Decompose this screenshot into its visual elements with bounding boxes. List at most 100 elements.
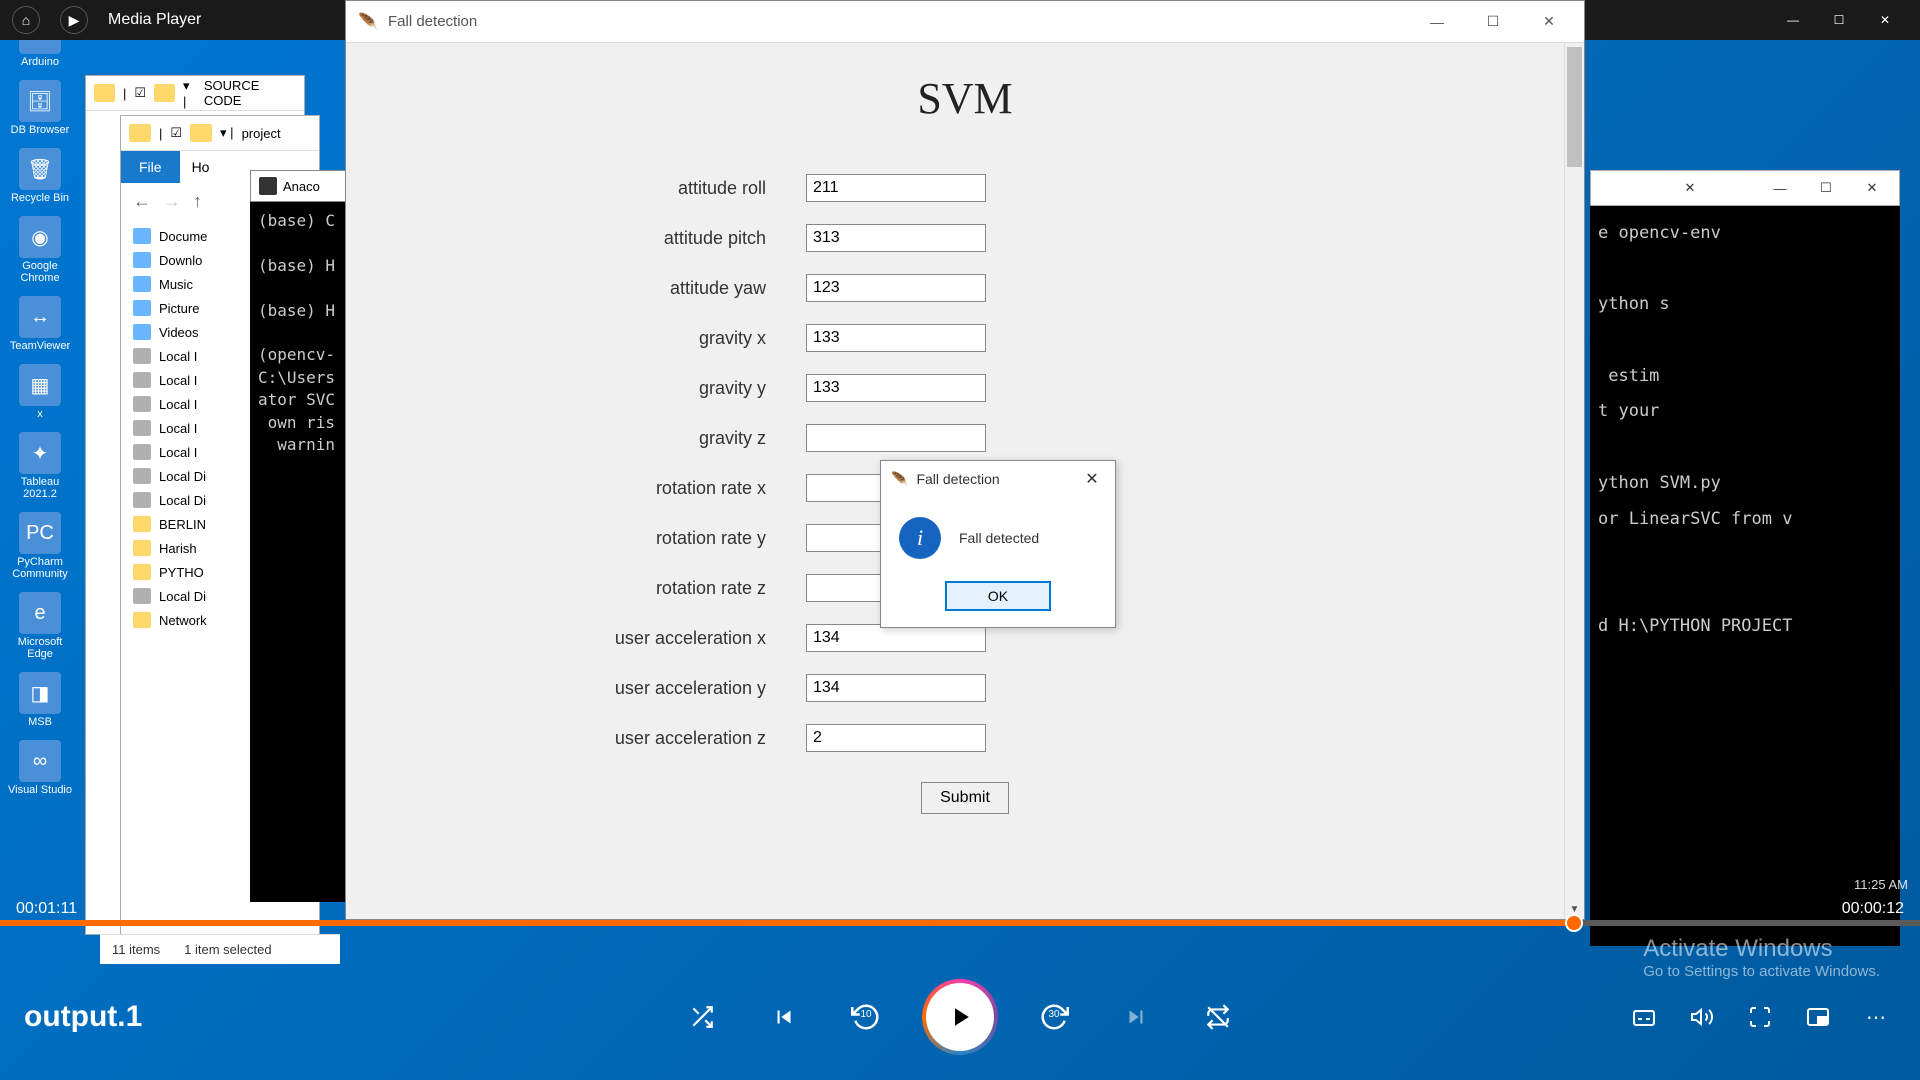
sidebar-item-label: Local Di [159, 589, 206, 604]
right-controls: ⋯ [1596, 997, 1896, 1037]
sidebar-item-label: Local Di [159, 493, 206, 508]
edge-icon: e [19, 592, 61, 634]
system-tray[interactable]: 11:25 AM [1854, 877, 1908, 894]
explorer1-header: | ☑ ▾ | SOURCE CODE [86, 76, 304, 111]
console-minimize-icon[interactable]: — [1759, 173, 1801, 203]
field-input-gravity-x[interactable] [806, 324, 986, 352]
console-close-icon[interactable]: ✕ [1669, 173, 1711, 203]
repeat-button[interactable] [1196, 995, 1240, 1039]
previous-button[interactable] [762, 995, 806, 1039]
checkbox-icon[interactable]: ☑ [134, 85, 146, 101]
right-console-header[interactable]: ✕ — ☐ ✕ [1590, 170, 1900, 206]
anaconda-console-header[interactable]: Anaco [250, 170, 350, 202]
miniplayer-button[interactable] [1798, 997, 1838, 1037]
right-console-body[interactable]: e opencv-env ython s estim t your ython … [1590, 206, 1900, 946]
file-tab[interactable]: File [121, 151, 180, 183]
field-input-user-acceleration-z[interactable] [806, 724, 986, 752]
tk-close-button[interactable]: ✕ [1526, 1, 1572, 43]
maximize-button[interactable]: ☐ [1816, 0, 1862, 40]
sidebar-item-label: Local Di [159, 469, 206, 484]
dialog-body: i Fall detected [881, 497, 1115, 571]
dialog-close-button[interactable]: ✕ [1079, 466, 1105, 492]
desktop-icon-edge[interactable]: eMicrosoft Edge [5, 590, 75, 662]
window-controls: — ☐ ✕ [1770, 0, 1908, 40]
desktop-icon-tableau[interactable]: ✦Tableau 2021.2 [5, 430, 75, 502]
form-row: attitude roll [406, 174, 1524, 202]
field-input-gravity-z[interactable] [806, 424, 986, 452]
desktop-icon-pycharm[interactable]: PCPyCharm Community [5, 510, 75, 582]
ok-button[interactable]: OK [945, 581, 1051, 611]
sidebar-item-label: Local I [159, 421, 197, 436]
folder-icon [190, 124, 212, 142]
tkinter-titlebar[interactable]: 🪶 Fall detection — ☐ ✕ [346, 1, 1584, 43]
field-input-user-acceleration-y[interactable] [806, 674, 986, 702]
next-button[interactable] [1114, 995, 1158, 1039]
desktop-icon-msb[interactable]: ◨MSB [5, 670, 75, 730]
progress-fill [0, 920, 1574, 926]
form-row: user acceleration y [406, 674, 1524, 702]
field-input-attitude-roll[interactable] [806, 174, 986, 202]
recyclebin-icon: 🗑 [19, 148, 61, 190]
field-input-attitude-pitch[interactable] [806, 224, 986, 252]
close-button[interactable]: ✕ [1862, 0, 1908, 40]
scrollbar-thumb[interactable] [1567, 47, 1582, 167]
forward-arrow-icon[interactable]: → [163, 191, 181, 212]
volume-button[interactable] [1682, 997, 1722, 1037]
console-maximize-icon[interactable]: ☐ [1805, 173, 1847, 203]
form-row: attitude pitch [406, 224, 1524, 252]
field-input-attitude-yaw[interactable] [806, 274, 986, 302]
drive-icon [133, 372, 151, 388]
more-button[interactable]: ⋯ [1856, 997, 1896, 1037]
progress-thumb[interactable] [1565, 914, 1583, 932]
subtitle-button[interactable] [1624, 997, 1664, 1037]
message-dialog: 🪶 Fall detection ✕ i Fall detected OK [880, 460, 1116, 628]
field-input-gravity-y[interactable] [806, 374, 986, 402]
sidebar-item-label: Local I [159, 373, 197, 388]
anaconda-console-body[interactable]: (base) C (base) H (base) H (opencv- C:\U… [250, 202, 350, 902]
back-arrow-icon[interactable]: ← [133, 191, 151, 212]
field-input-user-acceleration-x[interactable] [806, 624, 986, 652]
desktop-icon-label: Microsoft Edge [7, 636, 73, 660]
excel-icon: ▦ [19, 364, 61, 406]
desktop-icon-label: Google Chrome [7, 260, 73, 284]
dialog-titlebar[interactable]: 🪶 Fall detection ✕ [881, 461, 1115, 497]
progress-bar[interactable] [0, 920, 1920, 926]
page-heading: SVM [406, 73, 1524, 124]
desktop-icon-x[interactable]: ▦x [5, 362, 75, 422]
checkbox-icon[interactable]: ☑ [170, 125, 182, 141]
vertical-scrollbar[interactable]: ▲ ▼ [1564, 43, 1584, 919]
skip-fwd-label: 30 [1048, 1009, 1059, 1020]
console-close2-icon[interactable]: ✕ [1851, 173, 1893, 203]
minimize-button[interactable]: — [1770, 0, 1816, 40]
form-row: user acceleration x [406, 624, 1524, 652]
activate-subtitle: Go to Settings to activate Windows. [1643, 963, 1880, 980]
sidebar-item-label: Local I [159, 397, 197, 412]
desktop-icon-chrome[interactable]: ◉Google Chrome [5, 214, 75, 286]
desktop-icon-recyclebin[interactable]: 🗑Recycle Bin [5, 146, 75, 206]
home-tab[interactable]: Ho [180, 151, 222, 183]
shuffle-button[interactable] [680, 995, 724, 1039]
fullscreen-button[interactable] [1740, 997, 1780, 1037]
field-label: attitude pitch [406, 228, 766, 249]
form-row: user acceleration z [406, 724, 1524, 752]
form-row: gravity x [406, 324, 1524, 352]
field-label: gravity z [406, 428, 766, 449]
home-icon[interactable]: ⌂ [12, 6, 40, 34]
desktop-icon-label: DB Browser [11, 124, 70, 136]
desktop-icon-visualstudio[interactable]: ∞Visual Studio [5, 738, 75, 798]
desktop-icon-dbbrowser[interactable]: 🗄DB Browser [5, 78, 75, 138]
tk-minimize-button[interactable]: — [1414, 1, 1460, 43]
drive-icon [133, 444, 151, 460]
activate-windows-watermark: Activate Windows Go to Settings to activ… [1643, 935, 1880, 980]
visualstudio-icon: ∞ [19, 740, 61, 782]
field-label: attitude roll [406, 178, 766, 199]
play-title-icon[interactable]: ▶ [60, 6, 88, 34]
up-arrow-icon[interactable]: ↑ [193, 191, 202, 212]
tk-maximize-button[interactable]: ☐ [1470, 1, 1516, 43]
skip-back-button[interactable]: 10 [844, 995, 888, 1039]
skip-forward-button[interactable]: 30 [1032, 995, 1076, 1039]
play-button[interactable] [926, 983, 994, 1051]
form-row: gravity y [406, 374, 1524, 402]
desktop-icon-teamviewer[interactable]: ↔TeamViewer [5, 294, 75, 354]
submit-button[interactable]: Submit [921, 782, 1009, 814]
